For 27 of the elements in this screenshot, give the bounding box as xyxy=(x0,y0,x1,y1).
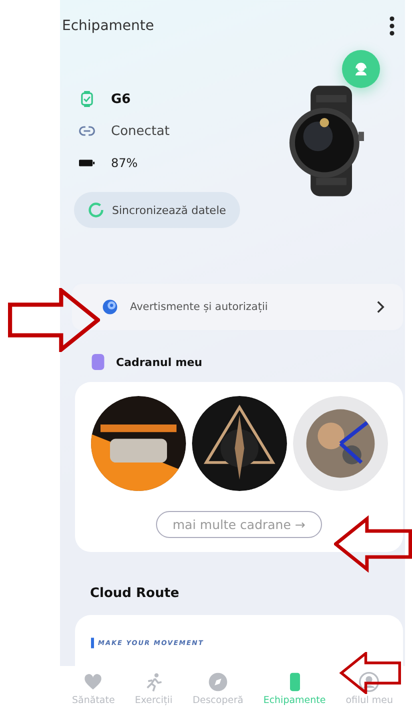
headset-icon xyxy=(353,61,369,77)
screen-title: Echipamente xyxy=(62,18,154,34)
section-title: Cadranul meu xyxy=(116,356,202,368)
chevron-right-icon xyxy=(376,300,385,314)
permissions-row[interactable]: Avertismente și autorizații xyxy=(72,284,403,330)
compass-icon xyxy=(208,672,228,692)
menu-button[interactable] xyxy=(389,16,395,36)
heart-icon xyxy=(83,672,104,692)
nav-tab[interactable]: Descoperă xyxy=(192,672,244,706)
watch-check-icon xyxy=(79,91,95,107)
link-icon xyxy=(79,123,95,139)
nav-tab[interactable]: Sănătate xyxy=(71,672,116,706)
nav-tab[interactable]: ofilul meu xyxy=(344,672,394,706)
permissions-label: Avertismente și autorizații xyxy=(130,301,269,313)
menu-icon xyxy=(389,16,395,36)
nav-tab[interactable]: Exerciții xyxy=(134,672,174,706)
sync-icon xyxy=(88,202,104,218)
nav-tab[interactable]: Echipamente xyxy=(262,672,327,706)
section-title: Cloud Route xyxy=(90,586,180,601)
person-icon xyxy=(359,672,380,692)
more-faces-button[interactable]: mai multe cadrane → xyxy=(156,511,322,538)
device-name: G6 xyxy=(111,92,131,106)
bar-icon xyxy=(91,637,94,649)
connection-status: Conectat xyxy=(111,124,170,138)
battery-level: 87% xyxy=(111,156,138,170)
annotation-arrow-icon xyxy=(8,288,100,352)
sync-button[interactable]: Sincronizează datele xyxy=(74,192,240,228)
